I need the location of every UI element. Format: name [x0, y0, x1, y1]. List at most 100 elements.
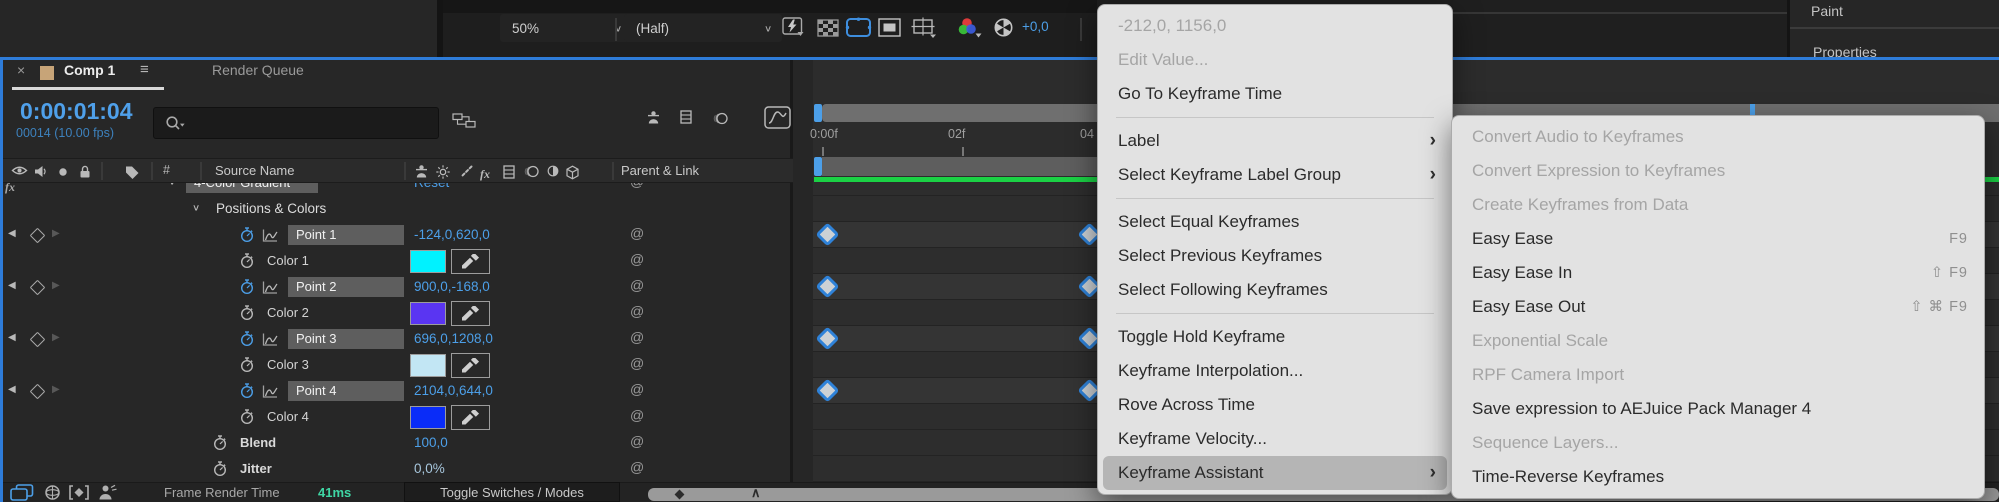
context-menu-item-select-previous-keyframes[interactable]: Select Previous Keyframes [1098, 239, 1452, 273]
graph-editor-icon[interactable] [764, 106, 791, 129]
property-value[interactable]: -124,0,620,0 [414, 227, 490, 242]
keyframe-assistant-item-easy-ease-in[interactable]: Easy Ease In⇧ F9 [1452, 256, 1984, 290]
keyframe-diamond-icon[interactable] [30, 280, 46, 296]
property-row-color-3[interactable]: Color 3@ [0, 352, 793, 378]
property-name[interactable]: Point 1 [288, 225, 404, 245]
property-row-point-1[interactable]: ◀ ▶ Point 1 -124,0,620,0 @ [0, 222, 793, 248]
column-parent-link[interactable]: Parent & Link [621, 163, 699, 178]
pick-whip-icon[interactable]: @ [630, 407, 644, 423]
search-input[interactable] [153, 107, 439, 139]
color-swatch[interactable] [410, 406, 446, 429]
keyframe-assistant-item-easy-ease-out[interactable]: Easy Ease Out⇧ ⌘ F9 [1452, 290, 1984, 324]
property-name[interactable]: Color 4 [267, 409, 309, 424]
context-menu-item-label[interactable]: Label› [1098, 124, 1452, 158]
shy-person-icon[interactable] [96, 484, 118, 500]
property-row-point-4[interactable]: ◀▶Point 42104,0,644,0@ [0, 378, 793, 404]
color-management-icon[interactable] [956, 17, 982, 38]
property-row-color-1[interactable]: Color 1 @ [0, 248, 793, 274]
time-navigator-handle[interactable] [814, 104, 822, 122]
property-value[interactable]: 900,0,-168,0 [414, 279, 490, 294]
next-keyframe-icon[interactable]: ▶ [52, 384, 60, 395]
next-keyframe-icon[interactable]: ▶ [52, 280, 60, 291]
eyedropper-button[interactable] [451, 301, 490, 326]
keyframe-assistant-item-easy-ease[interactable]: Easy EaseF9 [1452, 222, 1984, 256]
stopwatch-icon[interactable] [240, 253, 254, 269]
property-name[interactable]: Jitter [240, 461, 272, 476]
context-menu-item-toggle-hold-keyframe[interactable]: Toggle Hold Keyframe [1098, 320, 1452, 354]
context-menu-item-select-keyframe-label-group[interactable]: Select Keyframe Label Group› [1098, 158, 1452, 192]
fast-previews-icon[interactable] [782, 17, 805, 37]
keyframe-diamond-icon[interactable] [30, 228, 46, 244]
keyframe-diamond-icon[interactable] [30, 332, 46, 348]
group-name[interactable]: Positions & Colors [216, 201, 326, 216]
context-menu-item-select-equal-keyframes[interactable]: Select Equal Keyframes [1098, 205, 1452, 239]
draft-3d-icon[interactable] [44, 484, 61, 501]
property-value[interactable]: 696,0,1208,0 [414, 331, 493, 346]
stopwatch-icon[interactable] [240, 305, 254, 321]
pick-whip-icon[interactable]: @ [630, 303, 644, 319]
exposure-value[interactable]: +0,0 [1022, 19, 1049, 34]
color-swatch[interactable] [410, 302, 446, 325]
close-icon[interactable]: × [17, 62, 25, 78]
tab-paint[interactable]: Paint [1811, 3, 1843, 19]
property-row-point-2[interactable]: ◀▶Point 2900,0,-168,0@ [0, 274, 793, 300]
transparency-grid-icon[interactable] [817, 19, 839, 37]
keyframe-icon[interactable] [815, 378, 839, 402]
pick-whip-icon[interactable]: @ [630, 459, 644, 475]
current-timecode[interactable]: 0:00:01:04 [20, 98, 133, 125]
zoom-out-icon[interactable] [675, 490, 685, 500]
pick-whip-icon[interactable]: @ [630, 433, 644, 449]
stopwatch-icon[interactable] [240, 227, 254, 243]
context-menu-item-rove-across-time[interactable]: Rove Across Time [1098, 388, 1452, 422]
tab-comp[interactable]: Comp 1 [64, 62, 115, 78]
property-name[interactable]: Color 2 [267, 305, 309, 320]
property-row-jitter[interactable]: Jitter 0,0% @ [0, 456, 793, 482]
pick-whip-icon[interactable]: @ [630, 329, 644, 345]
pick-whip-icon[interactable]: @ [630, 381, 644, 397]
stopwatch-icon[interactable] [240, 357, 254, 373]
toggle-switches-button[interactable]: Toggle Switches / Modes [404, 482, 620, 502]
resolution-select[interactable]: (Half) ∨ [624, 14, 782, 42]
property-row-color-2[interactable]: Color 2 @ [0, 300, 793, 326]
pick-whip-icon[interactable]: @ [630, 251, 644, 267]
region-of-interest-icon[interactable] [845, 17, 872, 38]
tab-render-queue[interactable]: Render Queue [212, 62, 304, 78]
chevron-down-icon[interactable]: ∨ [192, 202, 200, 212]
keyframe-icon[interactable] [815, 326, 839, 350]
eyedropper-button[interactable] [451, 249, 490, 274]
prev-keyframe-icon[interactable]: ◀ [8, 332, 16, 343]
context-menu-item-go-to-keyframe-time[interactable]: Go To Keyframe Time [1098, 77, 1452, 111]
color-swatch[interactable] [410, 354, 446, 377]
pick-whip-icon[interactable]: @ [630, 225, 644, 241]
prev-keyframe-icon[interactable]: ◀ [8, 228, 16, 239]
property-value[interactable]: 100,0 [414, 435, 448, 450]
context-menu-item-select-following-keyframes[interactable]: Select Following Keyframes [1098, 273, 1452, 307]
exposure-shutter-icon[interactable] [993, 17, 1014, 38]
frame-blend-toggle-icon[interactable] [679, 110, 693, 124]
stopwatch-icon[interactable] [240, 383, 254, 399]
stopwatch-icon[interactable] [213, 435, 227, 451]
property-row-color-4[interactable]: Color 4 @ [0, 404, 793, 430]
property-row-positions-colors[interactable]: ∨ Positions & Colors [0, 196, 793, 222]
eyedropper-button[interactable] [451, 353, 490, 378]
panel-menu-icon[interactable]: ≡ [140, 61, 149, 78]
property-name[interactable]: Point 4 [288, 381, 404, 401]
next-keyframe-icon[interactable]: ▶ [52, 332, 60, 343]
motion-blur-toggle-icon[interactable] [711, 112, 728, 125]
stopwatch-icon[interactable] [240, 331, 254, 347]
work-area-handle[interactable] [814, 157, 822, 176]
property-name[interactable]: Point 3 [288, 329, 404, 349]
property-name[interactable]: Blend [240, 435, 276, 450]
zoom-slider-handle[interactable]: ∧ [751, 485, 761, 501]
property-name[interactable]: Color 1 [267, 253, 309, 268]
stopwatch-icon[interactable] [240, 279, 254, 295]
mini-flowchart-icon[interactable] [452, 113, 476, 128]
next-keyframe-icon[interactable]: ▶ [52, 228, 60, 239]
context-menu-item-keyframe-velocity[interactable]: Keyframe Velocity... [1098, 422, 1452, 456]
property-value[interactable]: 0,0% [414, 461, 445, 476]
property-row-blend[interactable]: Blend 100,0 @ [0, 430, 793, 456]
pick-whip-icon[interactable]: @ [630, 277, 644, 293]
color-swatch[interactable] [410, 250, 446, 273]
mask-visibility-icon[interactable] [878, 18, 901, 37]
keyframe-icon[interactable] [815, 222, 839, 246]
